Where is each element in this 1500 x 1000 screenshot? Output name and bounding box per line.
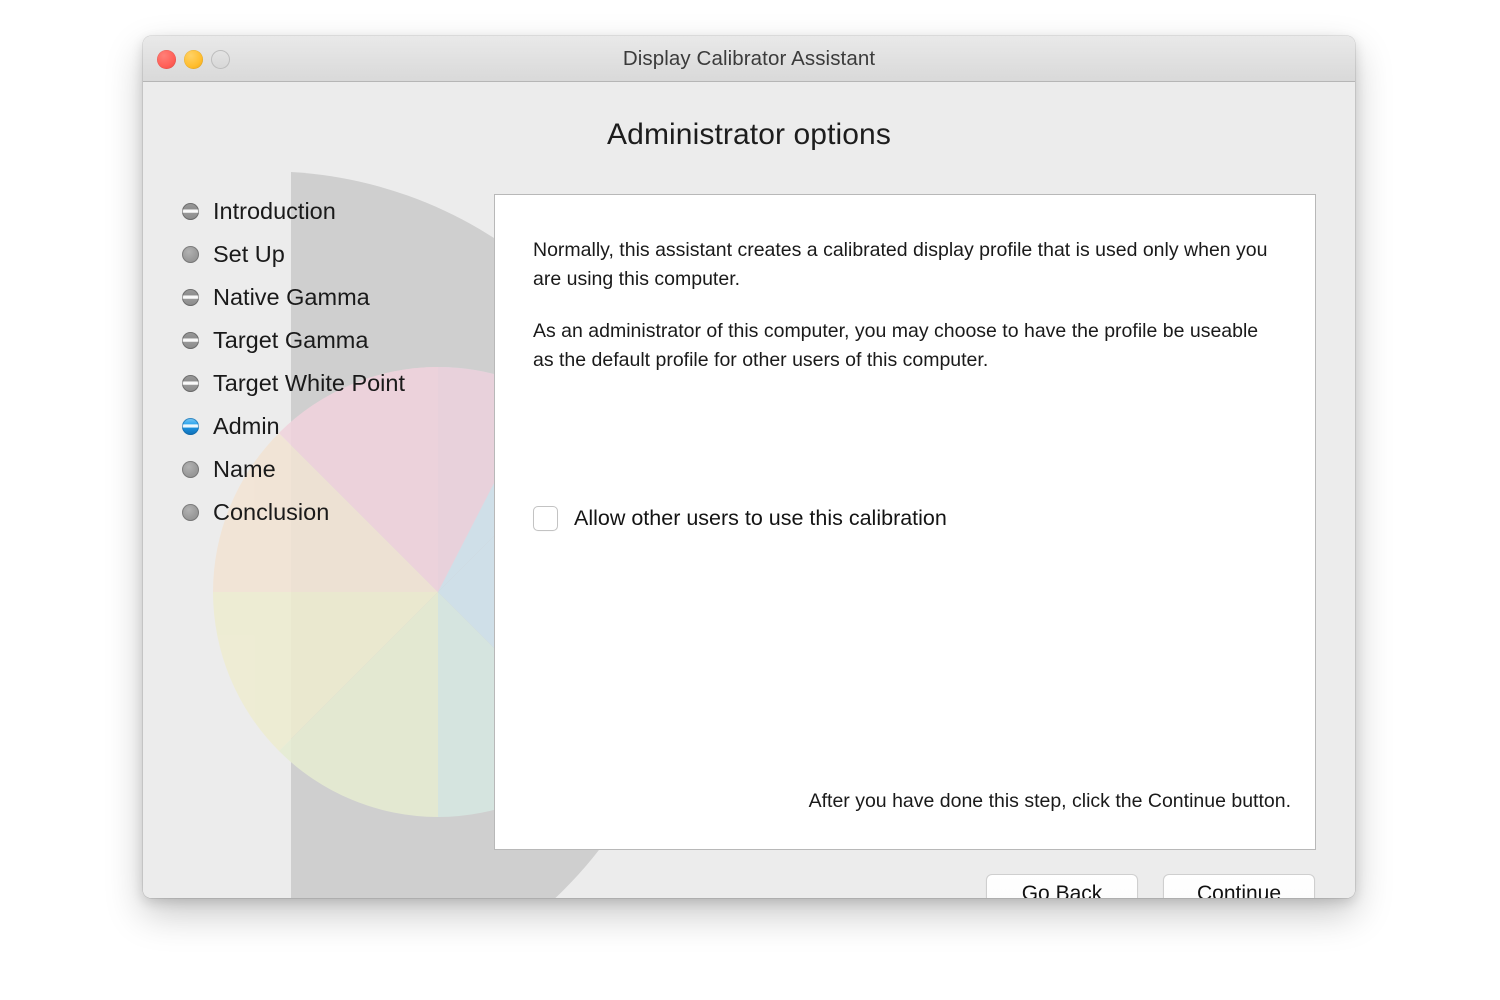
step-label: Target White Point bbox=[213, 370, 406, 396]
step-status-icon bbox=[182, 504, 199, 521]
continue-hint-text: After you have done this step, click the… bbox=[808, 790, 1291, 812]
step-label: Conclusion bbox=[213, 499, 330, 525]
window-titlebar: Display Calibrator Assistant bbox=[143, 36, 1355, 82]
window-body: Administrator options Introduction Set U… bbox=[143, 82, 1355, 898]
checkbox-label: Allow other users to use this calibratio… bbox=[574, 506, 947, 530]
footer-button-bar: Go Back Continue bbox=[986, 874, 1315, 898]
go-back-button[interactable]: Go Back bbox=[986, 874, 1138, 898]
allow-other-users-checkbox-row[interactable]: Allow other users to use this calibratio… bbox=[533, 506, 947, 531]
step-label: Name bbox=[213, 456, 276, 482]
display-calibrator-window: Display Calibrator Assistant Administrat… bbox=[143, 36, 1355, 898]
step-status-icon bbox=[182, 246, 199, 263]
info-paragraph-2: As an administrator of this computer, yo… bbox=[533, 320, 1259, 371]
close-button-icon[interactable] bbox=[157, 49, 176, 69]
page-title: Administrator options bbox=[607, 118, 891, 151]
info-paragraph-1: Normally, this assistant creates a calib… bbox=[533, 239, 1268, 290]
step-status-icon bbox=[182, 203, 199, 220]
step-label: Target Gamma bbox=[213, 327, 369, 353]
content-panel: Normally, this assistant creates a calib… bbox=[494, 194, 1316, 850]
step-status-icon bbox=[182, 332, 199, 349]
step-status-icon bbox=[182, 289, 199, 306]
step-status-icon bbox=[182, 461, 199, 478]
desktop-background: Display Calibrator Assistant Administrat… bbox=[0, 0, 1500, 1000]
step-label: Native Gamma bbox=[213, 284, 370, 310]
step-label: Introduction bbox=[213, 198, 336, 224]
step-status-icon bbox=[182, 375, 199, 392]
traffic-light-controls bbox=[157, 36, 230, 82]
step-status-icon-active bbox=[182, 418, 199, 435]
minimize-button-icon[interactable] bbox=[184, 49, 203, 69]
step-label: Admin bbox=[213, 413, 280, 439]
step-label: Set Up bbox=[213, 241, 285, 267]
window-title: Display Calibrator Assistant bbox=[622, 47, 876, 70]
checkbox-icon[interactable] bbox=[533, 506, 558, 531]
zoom-button-icon bbox=[211, 49, 230, 69]
continue-button[interactable]: Continue bbox=[1163, 874, 1315, 898]
